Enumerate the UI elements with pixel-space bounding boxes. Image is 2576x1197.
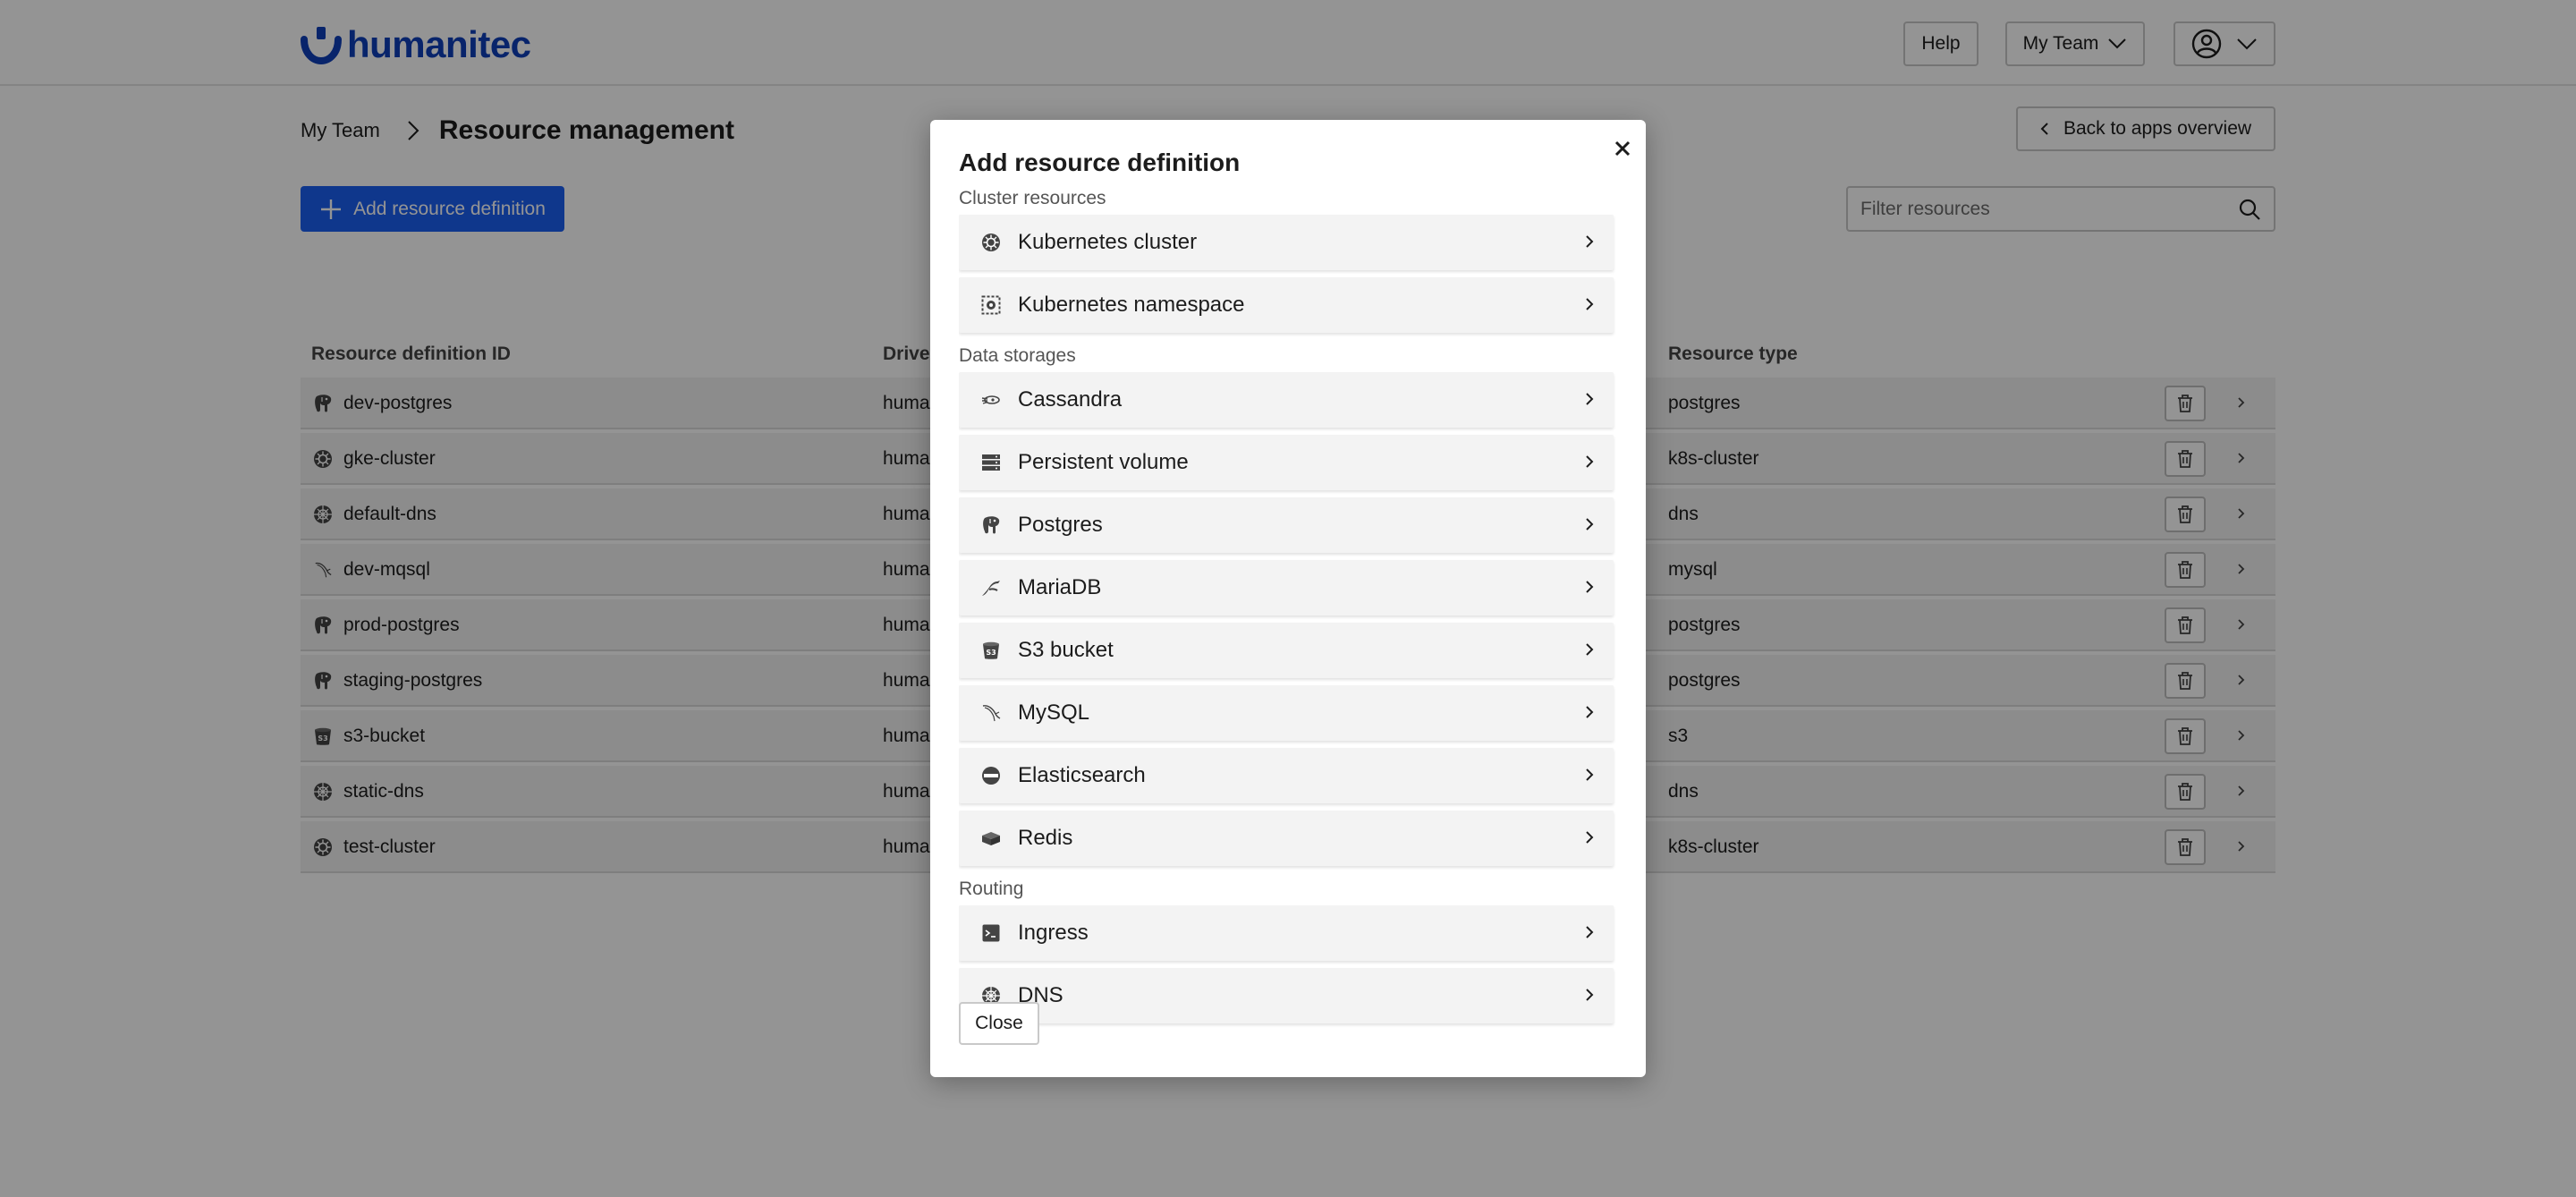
resource-type-option[interactable]: Persistent volume (959, 435, 1614, 490)
resource-type-list: Cluster resources Kubernetes cluster Kuber… (959, 188, 1623, 1116)
section-label: Data storages (959, 345, 1076, 366)
option-label: MySQL (1018, 700, 1090, 725)
chevron-right-icon (1585, 234, 1594, 253)
resource-type-option[interactable]: MySQL (959, 685, 1614, 741)
resource-type-option[interactable]: Elasticsearch (959, 748, 1614, 803)
option-label: Cassandra (1018, 387, 1123, 412)
svg-text:S3: S3 (986, 649, 996, 657)
cassandra-icon (980, 389, 1002, 411)
section-label: Routing (959, 879, 1024, 899)
option-label: Redis (1018, 826, 1073, 850)
chevron-right-icon (1585, 642, 1594, 661)
kubernetes-icon (980, 232, 1002, 253)
resource-type-option[interactable]: S3 S3 bucket (959, 623, 1614, 678)
namespace-icon (980, 294, 1002, 316)
chevron-right-icon (1585, 454, 1594, 473)
chevron-right-icon (1585, 768, 1594, 786)
chevron-right-icon (1585, 392, 1594, 411)
dialog-title: Add resource definition (959, 149, 1241, 176)
resource-type-option[interactable]: DNS (959, 968, 1614, 1023)
resource-type-option[interactable]: Kubernetes cluster (959, 215, 1614, 270)
chevron-right-icon (1585, 830, 1594, 849)
resource-type-option[interactable]: Cassandra (959, 372, 1614, 428)
chevron-right-icon (1585, 988, 1594, 1006)
chevron-right-icon (1585, 517, 1594, 536)
close-label: Close (975, 1013, 1023, 1033)
chevron-right-icon (1585, 580, 1594, 598)
resource-type-option[interactable]: MariaDB (959, 560, 1614, 615)
option-label: Ingress (1018, 921, 1089, 945)
option-label: MariaDB (1018, 575, 1102, 599)
volume-icon (980, 452, 1002, 473)
postgres-icon (980, 514, 1002, 536)
ingress-icon (980, 922, 1002, 944)
elasticsearch-icon (980, 765, 1002, 786)
resource-type-option[interactable]: Ingress (959, 905, 1614, 961)
redis-icon (980, 828, 1002, 849)
option-label: Persistent volume (1018, 450, 1189, 474)
section-label: Cluster resources (959, 188, 1106, 208)
add-resource-definition-dialog: Add resource definition Cluster resource… (930, 120, 1646, 1077)
resource-type-option[interactable]: Redis (959, 811, 1614, 866)
option-label: Kubernetes namespace (1018, 293, 1245, 317)
close-button[interactable]: Close (959, 1002, 1039, 1045)
mysql-icon (980, 702, 1002, 724)
option-label: Kubernetes cluster (1018, 230, 1198, 254)
option-label: S3 bucket (1018, 638, 1114, 662)
chevron-right-icon (1585, 297, 1594, 316)
chevron-right-icon (1585, 705, 1594, 724)
option-label: Elasticsearch (1018, 763, 1146, 787)
resource-type-option[interactable]: Postgres (959, 497, 1614, 553)
close-icon[interactable] (1606, 132, 1639, 165)
chevron-right-icon (1585, 925, 1594, 944)
mariadb-icon (980, 577, 1002, 598)
resource-type-scroll-area[interactable]: Cluster resources Kubernetes cluster Kuber… (959, 188, 1623, 1048)
resource-type-option[interactable]: Kubernetes namespace (959, 277, 1614, 333)
option-label: Postgres (1018, 513, 1103, 537)
s3-icon: S3 (980, 640, 1002, 661)
